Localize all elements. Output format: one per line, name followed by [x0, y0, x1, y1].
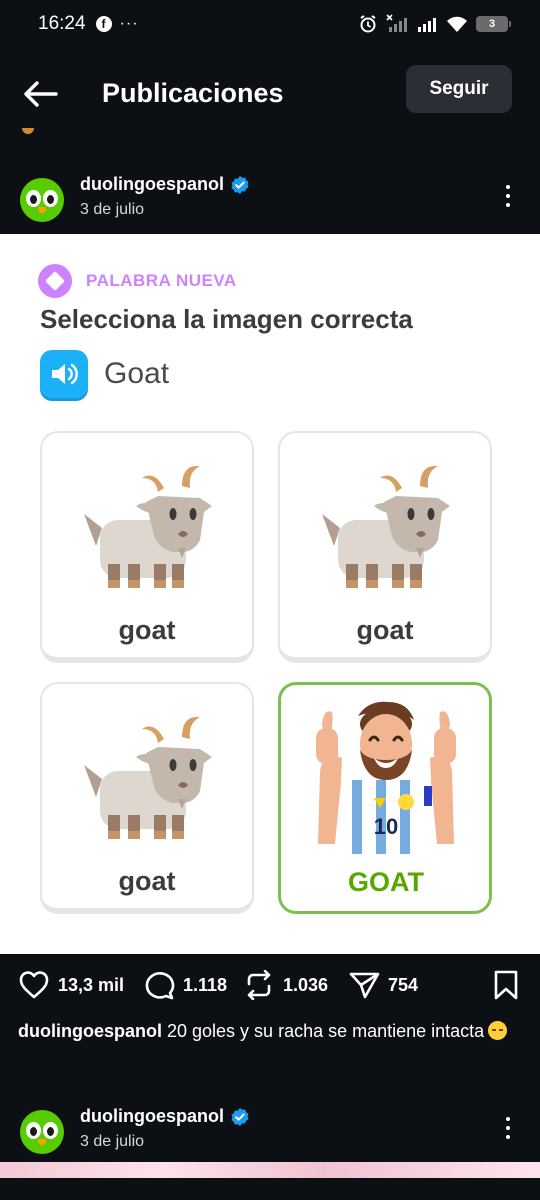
- repost-count: 1.036: [283, 974, 329, 995]
- app-header: Publicaciones Seguir: [0, 58, 540, 130]
- back-button[interactable]: [20, 74, 60, 114]
- system-icons: 3: [358, 14, 511, 34]
- goat-illustration: [42, 447, 252, 597]
- post-options-button[interactable]: [498, 180, 518, 212]
- like-action[interactable]: 13,3 mil: [18, 970, 124, 1000]
- choice-label-4: GOAT: [348, 867, 424, 897]
- verified-badge-icon: [231, 175, 249, 194]
- avatar[interactable]: [20, 178, 64, 222]
- previous-post-emoji-peek: [22, 128, 34, 134]
- comment-count: 1.118: [183, 974, 228, 995]
- lesson-tag: PALABRA NUEVA: [38, 264, 237, 298]
- status-bar: 16:24 f ··· 3: [0, 0, 540, 48]
- more-notifications-icon: ···: [119, 15, 139, 32]
- choice-label-3: goat: [118, 866, 176, 896]
- avatar-eye-left: [26, 1122, 41, 1139]
- choice-card-3[interactable]: goat: [40, 682, 254, 914]
- battery-icon: 3: [476, 16, 511, 32]
- no-signal-icon: [386, 14, 407, 32]
- caption-text: 20 goles y su racha se mantiene intacta: [162, 1021, 485, 1041]
- page-title: Publicaciones: [102, 78, 284, 108]
- comment-action[interactable]: 1.118: [143, 970, 227, 1000]
- new-word-icon: [38, 264, 72, 298]
- post-actions: 13,3 mil 1.118 1.036 754: [0, 964, 540, 1008]
- avatar-eye-right: [43, 1122, 58, 1139]
- choice-card-2[interactable]: goat: [278, 431, 492, 663]
- post-date: 3 de julio: [80, 201, 145, 218]
- wifi-icon: [447, 16, 467, 32]
- back-arrow-icon: [24, 81, 58, 107]
- status-time: 16:24: [38, 13, 86, 34]
- post-username[interactable]: duolingoespanol: [80, 1106, 224, 1127]
- choice-label-2: goat: [356, 615, 414, 645]
- save-button[interactable]: [492, 970, 520, 1000]
- avatar-beak: [38, 207, 46, 213]
- post-date: 3 de julio: [80, 1133, 145, 1150]
- choice-card-4-selected[interactable]: 10 GOAT: [278, 682, 492, 914]
- alarm-icon: [360, 15, 376, 33]
- comment-icon: [145, 972, 175, 1000]
- verified-badge-icon: [231, 1107, 249, 1126]
- lesson-tag-label: PALABRA NUEVA: [86, 271, 237, 290]
- choice-card-1[interactable]: goat: [40, 431, 254, 663]
- follow-button[interactable]: Seguir: [406, 65, 512, 113]
- repost-action[interactable]: 1.036: [243, 970, 328, 1000]
- post-user[interactable]: duolingoespanol: [80, 1106, 250, 1127]
- audio-row: Goat: [40, 350, 169, 398]
- post-user[interactable]: duolingoespanol: [80, 174, 250, 195]
- avatar-eye-left: [26, 190, 41, 207]
- question-text: Selecciona la imagen correcta: [40, 304, 413, 334]
- avatar-eye-right: [43, 190, 58, 207]
- post-header: duolingoespanol 3 de julio: [0, 172, 540, 242]
- signal-icon: [418, 18, 436, 32]
- post-caption: duolingoespanol 20 goles y su racha se m…: [18, 1018, 518, 1045]
- next-post-image-peek[interactable]: [0, 1162, 540, 1178]
- avatar[interactable]: [20, 1110, 64, 1154]
- repost-icon: [247, 970, 271, 1000]
- speaker-button[interactable]: [40, 350, 88, 398]
- audio-word: Goat: [104, 357, 170, 390]
- sleepy-face-emoji-icon: [488, 1021, 508, 1040]
- post-username[interactable]: duolingoespanol: [80, 174, 224, 195]
- goat-illustration: [42, 698, 252, 848]
- jersey-number: 10: [374, 814, 398, 839]
- like-count: 13,3 mil: [58, 974, 125, 995]
- post-image[interactable]: PALABRA NUEVA Selecciona la imagen corre…: [0, 234, 540, 954]
- speaker-icon: [52, 363, 78, 385]
- share-count: 754: [388, 974, 419, 995]
- caption-username[interactable]: duolingoespanol: [18, 1021, 162, 1041]
- choice-label-1: goat: [118, 615, 176, 645]
- heart-icon: [19, 971, 49, 999]
- avatar-beak: [38, 1139, 46, 1145]
- goat-illustration: [280, 447, 490, 597]
- facebook-notification-icon: f: [95, 16, 112, 32]
- post-options-button[interactable]: [498, 1112, 518, 1144]
- footballer-illustration: 10: [281, 699, 491, 854]
- share-action[interactable]: 754: [348, 970, 418, 1000]
- send-icon: [349, 972, 380, 999]
- bookmark-icon: [494, 970, 518, 1000]
- notification-icons: f ···: [95, 15, 139, 33]
